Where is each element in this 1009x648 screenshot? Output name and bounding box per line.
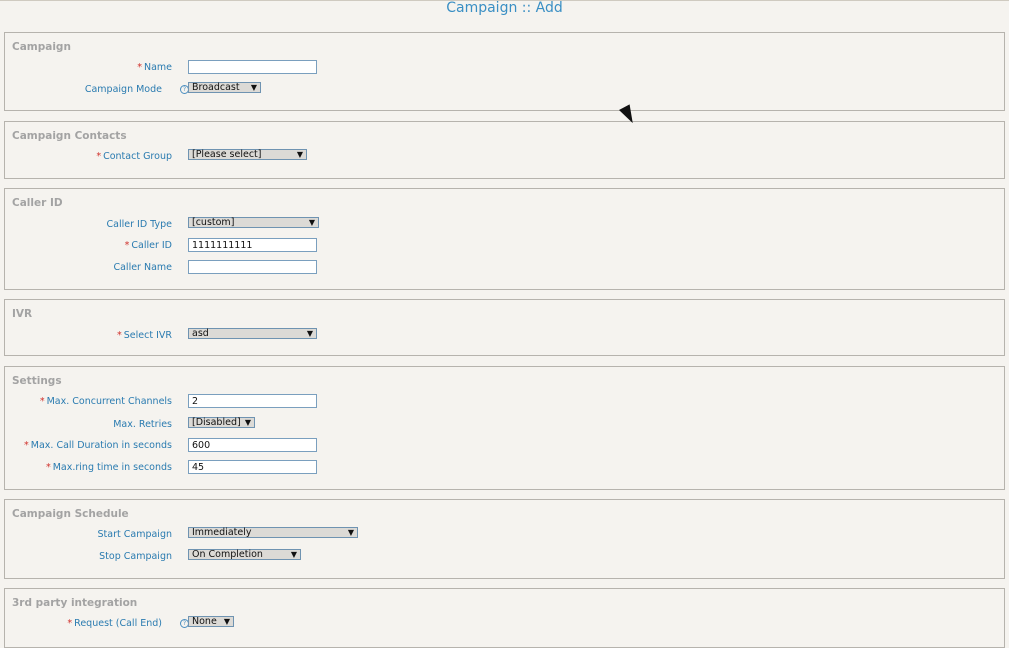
start-campaign-label: Start Campaign xyxy=(97,529,172,540)
chevron-down-icon: ▼ xyxy=(308,218,315,227)
callerid-input[interactable] xyxy=(188,238,317,252)
section-legend: Caller ID xyxy=(12,197,63,209)
required-marker: * xyxy=(137,62,142,73)
max-duration-input[interactable] xyxy=(188,438,317,452)
max-retries-label: Max. Retries xyxy=(113,419,172,430)
max-channels-input[interactable] xyxy=(188,394,317,408)
caller-name-label: Caller Name xyxy=(113,262,172,273)
name-input[interactable] xyxy=(188,60,317,74)
callerid-type-select[interactable]: [custom] ▼ xyxy=(188,217,319,228)
chevron-down-icon: ▼ xyxy=(244,418,251,427)
campaign-section: Campaign * Name Campaign Mode ? Broadcast… xyxy=(4,32,1005,111)
chevron-down-icon: ▼ xyxy=(296,150,303,159)
max-ring-time-input[interactable] xyxy=(188,460,317,474)
max-duration-label: * Max. Call Duration in seconds xyxy=(24,440,172,451)
page-title: Campaign :: Add xyxy=(446,0,563,16)
integration-section: 3rd party integration * Request (Call End… xyxy=(4,588,1005,648)
select-ivr-label: * Select IVR xyxy=(117,330,172,341)
caller-name-input[interactable] xyxy=(188,260,317,274)
callerid-label: * Caller ID xyxy=(124,240,172,251)
campaign-mode-select[interactable]: Broadcast ▼ xyxy=(188,82,261,93)
chevron-down-icon: ▼ xyxy=(306,329,313,338)
settings-section: Settings *Max. Concurrent Channels Max. … xyxy=(4,366,1005,490)
callerid-type-label: Caller ID Type xyxy=(106,219,172,230)
section-legend: IVR xyxy=(12,308,33,320)
schedule-section: Campaign Schedule Start Campaign Immedia… xyxy=(4,499,1005,579)
section-legend: Campaign Schedule xyxy=(12,508,129,520)
campaign-mode-label: Campaign Mode xyxy=(84,84,162,95)
chevron-down-icon: ▼ xyxy=(290,550,297,559)
ivr-section: IVR * Select IVR asd ▼ xyxy=(4,299,1005,356)
stop-campaign-label: Stop Campaign xyxy=(99,551,172,562)
start-campaign-select[interactable]: Immediately ▼ xyxy=(188,527,358,538)
chevron-down-icon: ▼ xyxy=(250,83,257,92)
contacts-section: Campaign Contacts * Contact Group [Please… xyxy=(4,121,1005,179)
section-legend: Settings xyxy=(12,375,62,387)
section-legend: Campaign xyxy=(12,41,71,53)
request-call-end-label: * Request (Call End) xyxy=(67,618,162,629)
callerid-section: Caller ID Caller ID Type [custom] ▼ * Call… xyxy=(4,188,1005,290)
contact-group-select[interactable]: [Please select] ▼ xyxy=(188,149,307,160)
max-ring-time-label: * Max.ring time in seconds xyxy=(45,462,172,473)
select-ivr-select[interactable]: asd ▼ xyxy=(188,328,317,339)
section-legend: 3rd party integration xyxy=(12,597,138,609)
max-channels-label: * Max. Concurrent Channels xyxy=(39,396,172,407)
chevron-down-icon: ▼ xyxy=(347,528,354,537)
chevron-down-icon: ▼ xyxy=(223,617,230,626)
name-label: * Name xyxy=(137,62,172,73)
contact-group-label: * Contact Group xyxy=(96,151,172,162)
section-legend: Campaign Contacts xyxy=(12,130,127,142)
max-retries-select[interactable]: [Disabled] ▼ xyxy=(188,417,255,428)
request-call-end-select[interactable]: None ▼ xyxy=(188,616,234,627)
stop-campaign-select[interactable]: On Completion ▼ xyxy=(188,549,301,560)
